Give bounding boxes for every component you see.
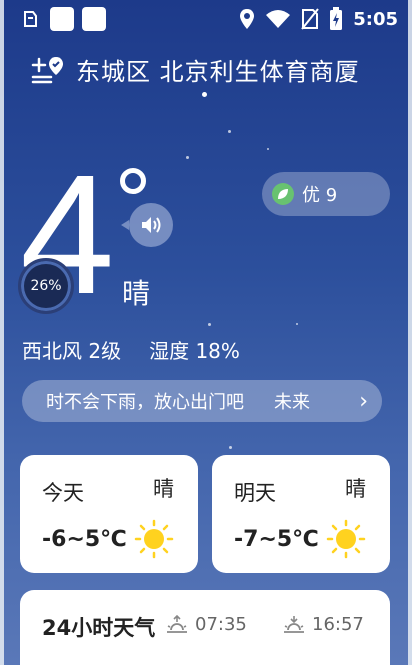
location-header[interactable]: 东城区 北京利生体育商厦 — [30, 52, 360, 87]
forecast-day: 今天 — [42, 481, 84, 505]
status-bar: 5:05 — [0, 0, 412, 38]
left-edge — [0, 0, 4, 665]
sunset-icon — [284, 615, 304, 633]
star — [229, 446, 232, 449]
right-edge — [408, 0, 412, 665]
add-city-icon[interactable] — [30, 55, 66, 85]
hourly-title: 24小时天气 — [42, 616, 156, 640]
leaf-icon — [272, 183, 294, 205]
forecast-day: 明天 — [234, 481, 276, 505]
sunrise-time: 07:35 — [195, 614, 247, 635]
wind-humidity-row: 西北风 2级 湿度 18% — [22, 335, 240, 364]
forecast-condition: 晴 — [345, 477, 366, 501]
notice-more: 未来 — [274, 392, 310, 413]
app-notification-icon — [50, 7, 74, 31]
progress-badge[interactable]: 26% — [18, 258, 74, 314]
sunrise-icon — [167, 614, 187, 633]
current-condition: 晴 — [122, 277, 151, 310]
forecast-temp-range: -6~5℃ — [42, 527, 127, 552]
sunrise: 07:35 — [165, 614, 247, 635]
degree-symbol — [120, 168, 146, 194]
weather-screen: 5:05 东城区 北京利生体育商厦 4 晴 26% 优 9 西北风 2级 湿度 … — [0, 0, 412, 665]
forecast-card-today[interactable]: 今天 晴 -6~5℃ — [20, 455, 198, 573]
hourly-weather-panel[interactable]: 24小时天气 07:35 16:57 — [20, 590, 390, 665]
chevron-right-icon[interactable]: › — [359, 389, 368, 414]
star — [296, 323, 298, 325]
sun-icon — [134, 519, 174, 559]
sunset: 16:57 — [282, 614, 364, 635]
speaker-icon — [142, 217, 161, 233]
forecast-temp-range: -7~5℃ — [234, 527, 319, 552]
star — [186, 156, 189, 159]
aqi-pill[interactable]: 优 9 — [262, 172, 390, 216]
forecast-card-tomorrow[interactable]: 明天 晴 -7~5℃ — [212, 455, 390, 573]
humidity-label: 湿度 18% — [149, 339, 240, 363]
battery-icon — [330, 7, 343, 30]
clock: 5:05 — [353, 8, 398, 30]
status-right: 5:05 — [239, 7, 398, 31]
star — [228, 130, 231, 133]
star — [267, 148, 269, 150]
aqi-label: 优 9 — [302, 185, 338, 206]
forecast-condition: 晴 — [153, 477, 174, 501]
sunset-time: 16:57 — [312, 614, 364, 635]
star — [208, 323, 211, 326]
rain-forecast-banner[interactable]: 时不会下雨，放心出门吧 未来 › — [22, 380, 382, 422]
notice-text: 时不会下雨，放心出门吧 — [46, 392, 244, 413]
wifi-icon — [266, 10, 291, 28]
voice-broadcast-button[interactable] — [121, 203, 173, 247]
wind-label: 西北风 2级 — [22, 339, 122, 363]
sun-icon — [326, 519, 366, 559]
status-left — [22, 7, 106, 31]
app-notification-icon-2 — [82, 7, 106, 31]
page-indicator — [202, 92, 207, 97]
notification-icon — [24, 11, 37, 27]
location-icon — [240, 9, 255, 29]
no-sim-icon — [301, 8, 319, 30]
location-name[interactable]: 东城区 北京利生体育商厦 — [76, 52, 360, 87]
